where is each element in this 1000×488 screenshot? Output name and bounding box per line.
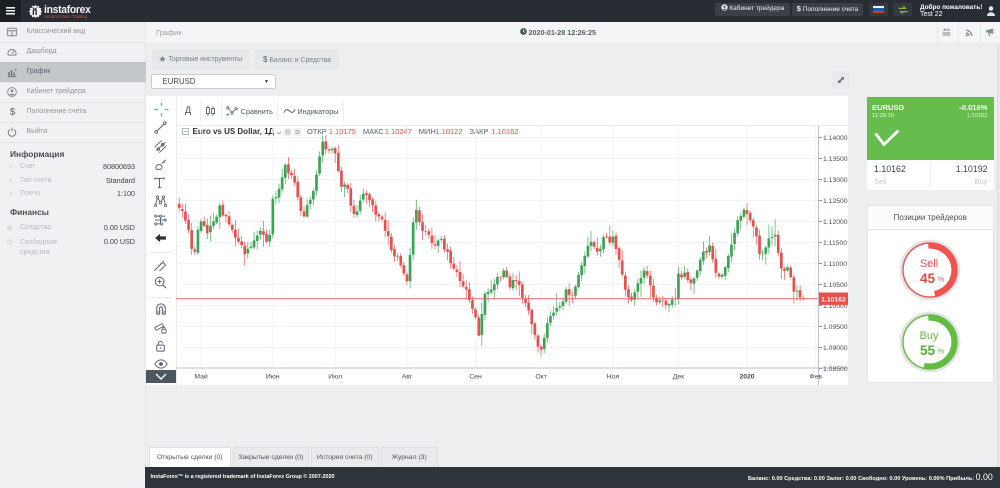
svg-text:Buy: Buy bbox=[919, 330, 938, 342]
svg-text:Июн: Июн bbox=[266, 374, 280, 381]
svg-text:1.10500: 1.10500 bbox=[823, 282, 848, 289]
svg-text:55: 55 bbox=[920, 343, 936, 358]
svg-text:1.12500: 1.12500 bbox=[823, 198, 848, 205]
svg-text:1.09000: 1.09000 bbox=[823, 345, 848, 352]
svg-text:1.08500: 1.08500 bbox=[823, 366, 848, 373]
svg-text:1.11000: 1.11000 bbox=[823, 261, 847, 268]
svg-text:%: % bbox=[937, 347, 944, 356]
svg-text:Sell: Sell bbox=[920, 258, 938, 270]
svg-text:Окт: Окт bbox=[535, 374, 546, 381]
svg-text:Фев: Фев bbox=[809, 374, 822, 381]
svg-text:1.13500: 1.13500 bbox=[823, 156, 848, 163]
svg-text:1.11500: 1.11500 bbox=[823, 240, 847, 247]
svg-text:2020: 2020 bbox=[739, 374, 754, 381]
svg-text:1.10162: 1.10162 bbox=[821, 297, 846, 304]
svg-text:45: 45 bbox=[920, 271, 936, 286]
svg-text:%: % bbox=[937, 274, 944, 283]
svg-text:1.14000: 1.14000 bbox=[823, 135, 848, 142]
svg-text:1.09500: 1.09500 bbox=[823, 324, 848, 331]
svg-text:Сен: Сен bbox=[469, 374, 482, 381]
svg-text:1.13000: 1.13000 bbox=[823, 177, 848, 184]
svg-text:Май: Май bbox=[194, 373, 208, 381]
svg-text:Июл: Июл bbox=[328, 374, 342, 381]
svg-text:Авг: Авг bbox=[402, 374, 413, 381]
svg-text:1.12000: 1.12000 bbox=[823, 219, 848, 226]
svg-text:Дек: Дек bbox=[673, 374, 684, 381]
svg-text:Ноя: Ноя bbox=[607, 374, 620, 381]
